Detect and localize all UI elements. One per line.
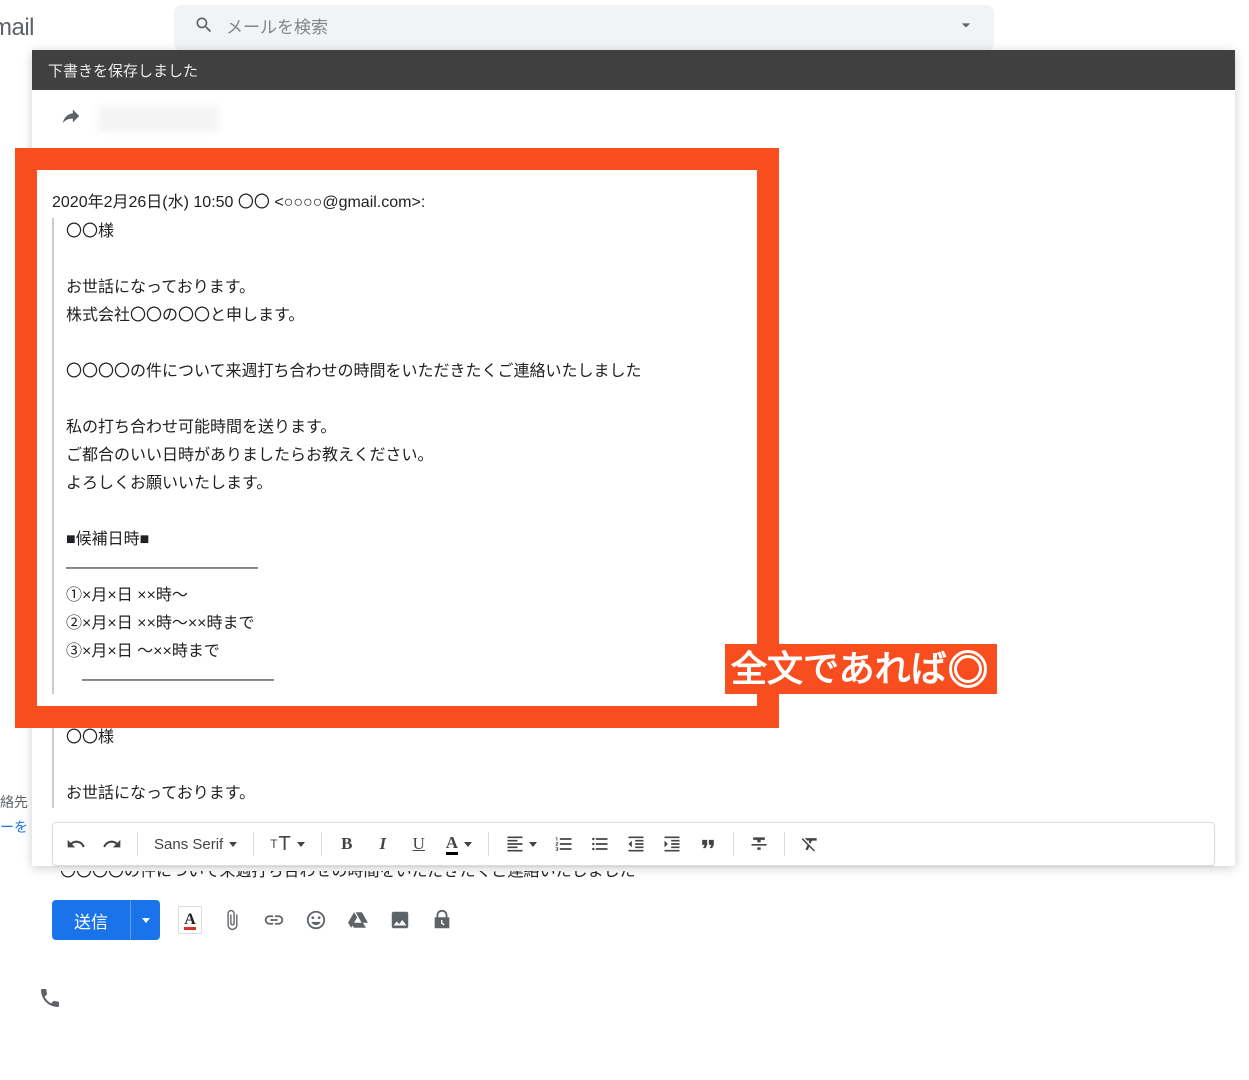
- search-options-dropdown[interactable]: [946, 15, 986, 40]
- quoted-message-duplicate: 〇〇様 お世話になっております。: [52, 724, 1215, 808]
- compose-action-row: 送信 A: [52, 900, 454, 940]
- top-bar: mail: [0, 0, 1249, 55]
- indent-less-button[interactable]: [619, 827, 653, 861]
- numbered-list-button[interactable]: [547, 827, 581, 861]
- search-box[interactable]: [174, 5, 994, 51]
- app-logo: mail: [0, 14, 34, 42]
- quoted-message: 2020年2月26日(水) 10:50 〇〇 <○○○○@gmail.com>:…: [52, 188, 1215, 694]
- undo-button[interactable]: [59, 827, 93, 861]
- annotation-label: 全文であれば: [725, 644, 997, 694]
- remove-formatting-button[interactable]: [793, 827, 827, 861]
- text-color-button[interactable]: A: [438, 827, 480, 861]
- reply-row: [32, 90, 1235, 148]
- insert-photo-button[interactable]: [388, 908, 412, 932]
- left-edge-cutoff: 絡先 ーを: [0, 790, 28, 840]
- bold-button[interactable]: B: [330, 827, 364, 861]
- insert-emoji-button[interactable]: [304, 908, 328, 932]
- font-family-select[interactable]: Sans Serif: [146, 836, 245, 853]
- quoted-body-duplicate: 〇〇様 お世話になっております。: [52, 724, 1215, 808]
- align-button[interactable]: [497, 827, 545, 861]
- formatting-toolbar: Sans Serif TT B I U A: [52, 822, 1215, 866]
- send-button-group: 送信: [52, 900, 160, 940]
- italic-button[interactable]: I: [366, 827, 400, 861]
- redo-button[interactable]: [95, 827, 129, 861]
- insert-drive-button[interactable]: [346, 908, 370, 932]
- attach-file-button[interactable]: [220, 908, 244, 932]
- send-options-button[interactable]: [130, 900, 160, 940]
- recipient-blurred: [98, 106, 218, 132]
- compose-title-bar: 下書きを保存しました: [32, 50, 1235, 90]
- underline-button[interactable]: U: [402, 827, 436, 861]
- insert-link-button[interactable]: [262, 908, 286, 932]
- send-button[interactable]: 送信: [52, 900, 130, 940]
- quoted-header: 2020年2月26日(水) 10:50 〇〇 <○○○○@gmail.com>:: [52, 188, 1215, 212]
- strikethrough-button[interactable]: [742, 827, 776, 861]
- compose-body[interactable]: 全文であれば 2020年2月26日(水) 10:50 〇〇 <○○○○@gmai…: [32, 148, 1235, 808]
- compose-window: 下書きを保存しました 全文であれば 2020年2月26日(水) 10:50 〇〇…: [32, 50, 1235, 866]
- indent-more-button[interactable]: [655, 827, 689, 861]
- compose-status-text: 下書きを保存しました: [48, 60, 198, 81]
- phone-icon[interactable]: [38, 986, 62, 1015]
- overflow-text-cutoff: 〇〇〇〇の件について来週打ち合わせの時間をいただきたくご連絡いたしました: [60, 871, 636, 895]
- confidential-mode-button[interactable]: [430, 908, 454, 932]
- font-size-button[interactable]: TT: [262, 827, 313, 861]
- text-format-toggle[interactable]: A: [178, 908, 202, 932]
- quoted-body: 〇〇様 お世話になっております。株式会社〇〇の〇〇と申します。 〇〇〇〇の件につ…: [52, 218, 1215, 694]
- double-circle-icon: [949, 650, 987, 688]
- search-input[interactable]: [226, 18, 946, 38]
- bulleted-list-button[interactable]: [583, 827, 617, 861]
- search-icon[interactable]: [182, 15, 226, 41]
- quote-button[interactable]: [691, 827, 725, 861]
- reply-icon[interactable]: [60, 105, 82, 133]
